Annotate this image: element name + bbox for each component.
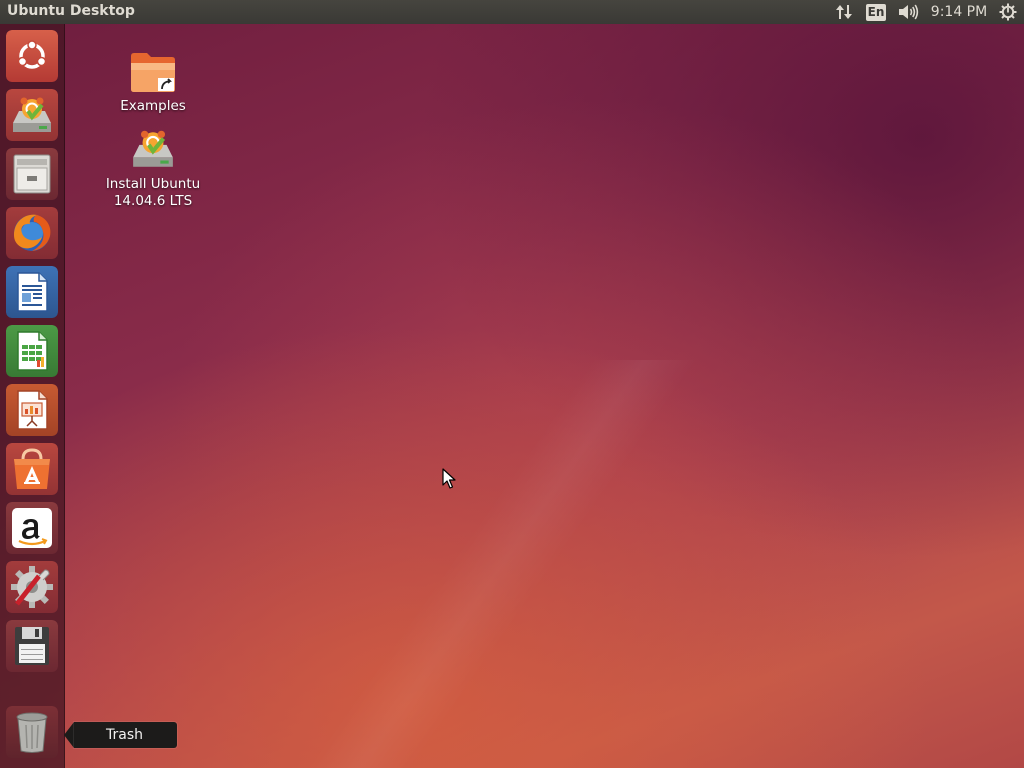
folder-link-icon — [131, 53, 175, 92]
calc-icon — [17, 331, 48, 371]
trash-tooltip: Trash — [64, 722, 177, 748]
mouse-pointer-icon — [442, 468, 456, 489]
impress-icon — [17, 390, 48, 430]
file-cabinet-icon — [13, 154, 51, 194]
installer-icon — [133, 130, 173, 167]
ubuntu-dash-icon — [17, 40, 47, 69]
launcher-item-impress[interactable] — [6, 384, 58, 436]
volume-icon — [899, 4, 919, 20]
launcher-item-dash[interactable] — [6, 30, 58, 82]
amazon-icon — [12, 508, 52, 548]
desktop-icon-examples[interactable]: Examples — [98, 50, 208, 115]
window-title: Ubuntu Desktop — [7, 3, 135, 19]
launcher-item-system-settings[interactable] — [6, 561, 58, 613]
launcher-item-calc[interactable] — [6, 325, 58, 377]
tooltip-text: Trash — [74, 722, 177, 748]
network-indicator[interactable] — [832, 0, 856, 24]
launcher-item-amazon[interactable] — [6, 502, 58, 554]
desktop-background[interactable] — [0, 0, 1024, 768]
tooltip-arrow — [64, 722, 74, 748]
launcher-item-writer[interactable] — [6, 266, 58, 318]
launcher-item-files[interactable] — [6, 148, 58, 200]
power-gear-icon — [999, 3, 1017, 21]
installer-icon — [13, 97, 51, 132]
keyboard-indicator[interactable]: En — [864, 0, 888, 24]
desktop-icon-label: Examples — [120, 98, 186, 114]
launcher-item-install-ubuntu[interactable] — [6, 89, 58, 141]
trash-icon — [16, 712, 48, 753]
software-center-icon — [14, 448, 50, 489]
writer-icon — [17, 272, 48, 312]
top-panel: Ubuntu Desktop En 9:14 PM — [0, 0, 1024, 24]
launcher — [0, 24, 65, 768]
launcher-item-disk[interactable] — [6, 620, 58, 672]
network-updown-icon — [836, 5, 852, 19]
clock[interactable]: 9:14 PM — [928, 0, 990, 24]
desktop-icon-label-line2: 14.04.6 LTS — [113, 193, 193, 209]
keyboard-layout-badge: En — [865, 3, 887, 21]
desktop-icon-install-ubuntu[interactable]: Install Ubuntu 14.04.6 LTS — [98, 126, 208, 210]
launcher-item-firefox[interactable] — [6, 207, 58, 259]
floppy-disk-icon — [15, 627, 49, 665]
launcher-item-software-center[interactable] — [6, 443, 58, 495]
desktop-icon-label-line1: Install Ubuntu — [105, 176, 201, 192]
settings-icon — [11, 566, 53, 608]
firefox-icon — [14, 214, 51, 251]
session-indicator[interactable] — [996, 0, 1020, 24]
sound-indicator[interactable] — [895, 0, 921, 24]
launcher-item-trash[interactable] — [6, 706, 58, 758]
